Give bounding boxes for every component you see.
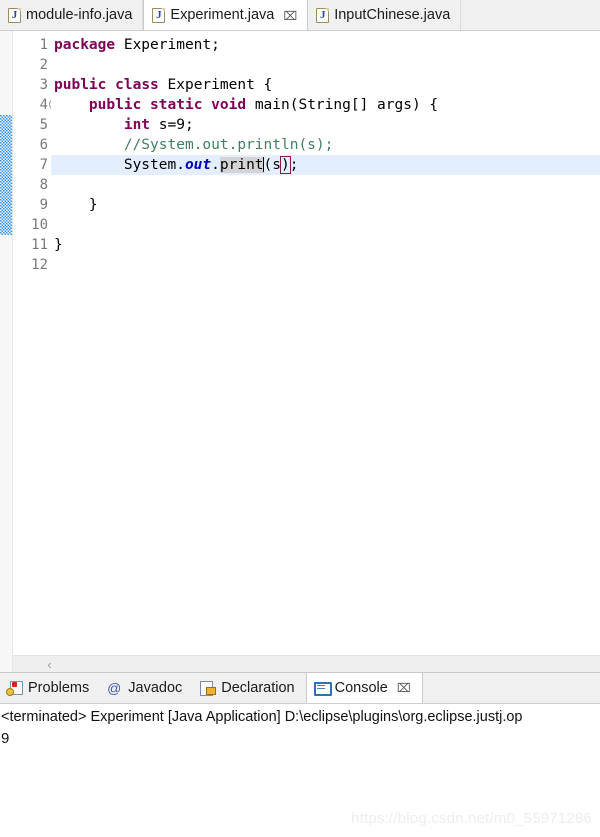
code-token: System. xyxy=(123,157,185,173)
javadoc-icon: @ xyxy=(107,680,122,696)
console-output-text: 9 xyxy=(1,730,10,747)
editor-tab-input-chinese[interactable]: InputChinese.java xyxy=(308,0,462,30)
code-line-1[interactable]: package Experiment; xyxy=(51,35,600,55)
code-text-area[interactable]: package Experiment; public class Experim… xyxy=(51,31,600,672)
line-number: 8 xyxy=(39,177,48,193)
view-tab-label: Console xyxy=(334,680,388,696)
java-file-icon xyxy=(8,8,21,23)
matching-bracket: ) xyxy=(280,156,291,174)
editor-tab-label: Experiment.java xyxy=(170,7,275,24)
java-file-icon xyxy=(316,8,330,23)
close-icon[interactable]: ⌧ xyxy=(283,10,297,22)
code-line-7[interactable]: System.out.print(s); xyxy=(51,155,600,175)
code-line-2[interactable] xyxy=(51,55,600,75)
code-token: main(String[] args) { xyxy=(246,97,439,113)
keyword-token: class xyxy=(115,77,159,93)
line-number: 11 xyxy=(31,237,48,253)
editor-tab-bar: module-info.java Experiment.java ⌧ Input… xyxy=(0,0,600,31)
code-token: Experiment { xyxy=(158,77,273,93)
console-panel[interactable]: <terminated> Experiment [Java Applicatio… xyxy=(0,704,600,836)
keyword-token: public xyxy=(54,77,107,93)
comment-token: //System.out.println(s); xyxy=(123,137,334,153)
code-line-11[interactable]: } xyxy=(51,235,600,255)
code-line-9[interactable]: } xyxy=(51,195,600,215)
console-icon xyxy=(313,680,332,696)
eclipse-ide-window: module-info.java Experiment.java ⌧ Input… xyxy=(0,0,600,837)
editor-tab-module-info[interactable]: module-info.java xyxy=(0,0,144,30)
view-tab-label: Declaration xyxy=(221,680,295,696)
close-icon[interactable]: ⌧ xyxy=(397,681,411,695)
fold-region-indicator xyxy=(0,115,12,235)
code-token: ; xyxy=(289,157,299,173)
code-line-5[interactable]: int s=9; xyxy=(51,115,600,135)
keyword-token: static xyxy=(150,97,203,113)
line-number: 5 xyxy=(39,117,48,133)
keyword-token: package xyxy=(54,37,116,53)
line-number: 4 xyxy=(13,95,60,115)
code-line-12[interactable] xyxy=(51,255,600,275)
code-line-3[interactable]: public class Experiment { xyxy=(51,75,600,95)
view-tab-declaration[interactable]: Declaration xyxy=(193,673,305,703)
java-file-icon xyxy=(152,8,166,23)
line-number-text: 4 xyxy=(39,97,48,113)
keyword-token: void xyxy=(211,97,247,113)
view-tab-problems[interactable]: Problems xyxy=(0,673,100,703)
view-tab-bar: Problems @ Javadoc Declaration Console ⌧ xyxy=(0,672,600,704)
editor-horizontal-scrollbar[interactable]: ‹ xyxy=(13,655,600,672)
view-tab-javadoc[interactable]: @ Javadoc xyxy=(100,673,193,703)
code-token: } xyxy=(88,197,98,213)
code-token: . xyxy=(211,157,220,173)
keyword-token: public xyxy=(88,97,142,113)
line-number: 1 xyxy=(39,37,48,53)
line-number: 10 xyxy=(31,217,48,233)
line-number: 12 xyxy=(31,257,48,273)
chevron-left-icon[interactable]: ‹ xyxy=(41,656,58,673)
editor-tab-label: module-info.java xyxy=(26,7,133,24)
code-line-6[interactable]: //System.out.println(s); xyxy=(51,135,600,155)
problems-icon xyxy=(6,680,23,696)
code-token: (s xyxy=(263,157,282,173)
keyword-token: int xyxy=(123,117,151,133)
code-token: s=9; xyxy=(150,117,194,133)
line-number: 9 xyxy=(39,197,48,213)
field-token-out: out xyxy=(184,157,212,173)
view-tab-label: Javadoc xyxy=(128,680,183,696)
editor-tab-label: InputChinese.java xyxy=(334,7,451,24)
view-tab-console[interactable]: Console ⌧ xyxy=(305,673,423,703)
watermark-text: https://blog.csdn.net/m0_55971286 xyxy=(351,810,592,827)
editor-tab-experiment[interactable]: Experiment.java ⌧ xyxy=(143,0,309,30)
console-launch-header: <terminated> Experiment [Java Applicatio… xyxy=(1,709,523,725)
code-line-4[interactable]: public static void main(String[] args) { xyxy=(51,95,600,115)
occurrence-highlight-print: print xyxy=(219,157,264,173)
code-line-10[interactable] xyxy=(51,215,600,235)
view-tab-label: Problems xyxy=(28,680,90,696)
annotation-strip[interactable] xyxy=(0,31,13,672)
line-number: 3 xyxy=(39,77,48,93)
line-number-gutter: 1 2 3 4 5 6 7 8 9 10 11 12 xyxy=(13,31,60,672)
declaration-icon xyxy=(199,680,217,696)
code-line-8[interactable] xyxy=(51,175,600,195)
line-number: 6 xyxy=(39,137,48,153)
code-editor[interactable]: 1 2 3 4 5 6 7 8 9 10 11 12 package Exper… xyxy=(0,31,600,672)
code-token: } xyxy=(54,237,63,253)
line-number: 2 xyxy=(39,57,48,73)
line-number: 7 xyxy=(39,157,48,173)
code-token: Experiment; xyxy=(115,37,220,53)
